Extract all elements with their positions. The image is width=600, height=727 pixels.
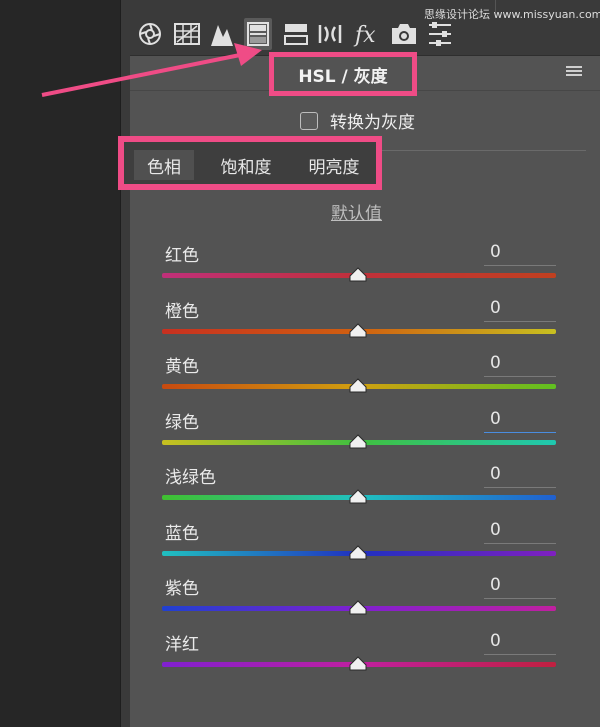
slider-label: 洋红 (165, 634, 199, 655)
slider-value-field[interactable]: 0 (484, 520, 556, 544)
presets-sliders-icon[interactable] (426, 18, 454, 50)
slider-thumb[interactable] (349, 655, 367, 671)
detail-icon[interactable] (316, 18, 344, 50)
grid-detail-icon[interactable] (173, 18, 201, 50)
panel-title: HSL / 灰度 (298, 66, 388, 87)
tone-curve-icon[interactable] (208, 18, 236, 50)
slider-thumb[interactable] (349, 489, 367, 504)
panel-edge (120, 0, 130, 727)
slider-value-field[interactable]: 0 (484, 631, 556, 655)
slider-value-field[interactable]: 0 (484, 464, 556, 488)
convert-grayscale-row[interactable]: 转换为灰度 (300, 108, 415, 133)
slider-label: 紫色 (165, 579, 199, 599)
slider-value-field[interactable]: 0 (484, 353, 556, 377)
panel-menu-icon[interactable] (566, 66, 582, 77)
fx-effects-icon[interactable]: fx (353, 18, 381, 50)
slider-thumb[interactable] (349, 322, 367, 338)
default-link[interactable]: 默认值 (331, 199, 382, 224)
slider-thumb[interactable] (349, 267, 367, 282)
tab-hue[interactable]: 色相 (134, 150, 194, 180)
slider-label: 黄色 (165, 357, 199, 377)
panel-title-highlight: HSL / 灰度 (269, 52, 417, 96)
slider-value-field[interactable]: 0 (484, 242, 556, 266)
slider-label: 绿色 (165, 412, 199, 433)
convert-grayscale-label: 转换为灰度 (330, 113, 415, 133)
slider-value-field[interactable]: 0 (484, 575, 556, 599)
slider-thumb[interactable] (349, 600, 367, 615)
slider-thumb[interactable] (349, 378, 367, 393)
slider-label: 橙色 (165, 301, 199, 322)
camera-calibration-icon[interactable] (390, 18, 418, 50)
hsl-grayscale-icon[interactable] (244, 18, 272, 50)
slider-thumb[interactable] (349, 544, 367, 560)
slider-label: 蓝色 (165, 523, 199, 544)
slider-value-field[interactable]: 0 (484, 298, 556, 322)
tabs-divider (380, 150, 586, 151)
workspace-background (0, 0, 120, 727)
convert-grayscale-checkbox[interactable] (300, 111, 318, 130)
slider-thumb[interactable] (349, 433, 367, 449)
site-watermark: 思缘设计论坛 www.missyuan.com (424, 8, 600, 21)
slider-label: 红色 (165, 246, 199, 266)
tabs-highlight: 色相 饱和度 明亮度 (118, 136, 382, 190)
slider-value-field[interactable]: 0 (484, 409, 556, 433)
tab-luminance[interactable]: 明亮度 (292, 150, 376, 180)
slider-label: 浅绿色 (165, 468, 216, 488)
lens-correction-icon[interactable] (136, 18, 164, 50)
svg-text:fx: fx (353, 23, 376, 47)
split-toning-icon[interactable] (282, 18, 310, 50)
tab-saturation[interactable]: 饱和度 (204, 150, 288, 180)
